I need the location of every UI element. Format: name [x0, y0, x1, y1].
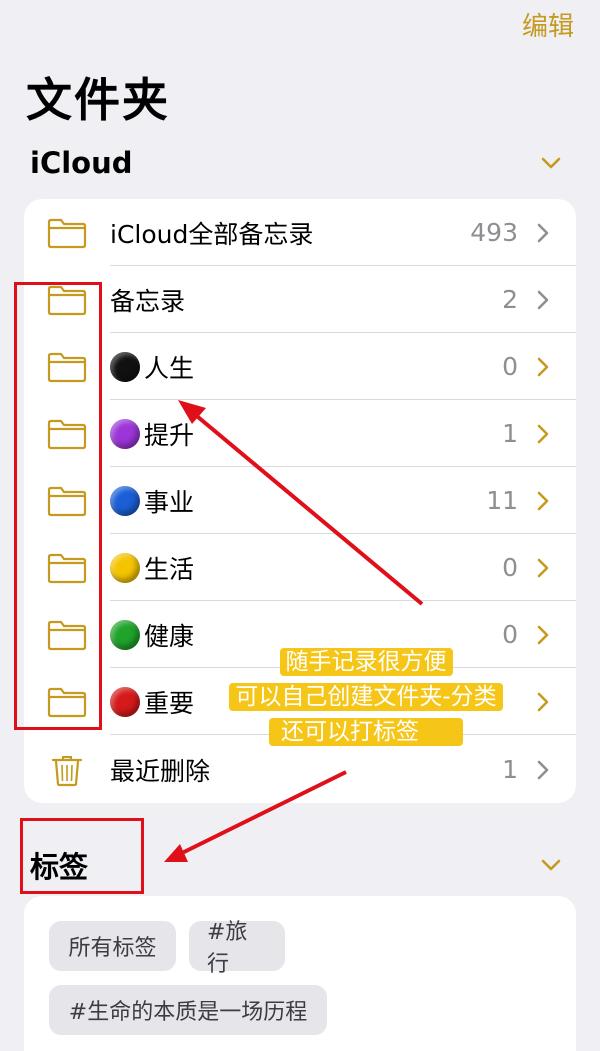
annotation-caption: 随手记录很方便 可以自己创建文件夹-分类 还可以打标签: [206, 645, 526, 750]
annotation-line-3: 还可以打标签: [275, 718, 425, 746]
label-tag-icon: [427, 724, 457, 741]
arrow-to-tags: [179, 770, 347, 856]
annotation-arrows: [164, 400, 424, 862]
annotation-line-1: 随手记录很方便: [279, 648, 453, 676]
arrow-to-folders: [190, 410, 424, 606]
annotation-line-2: 可以自己创建文件夹-分类: [229, 683, 503, 711]
